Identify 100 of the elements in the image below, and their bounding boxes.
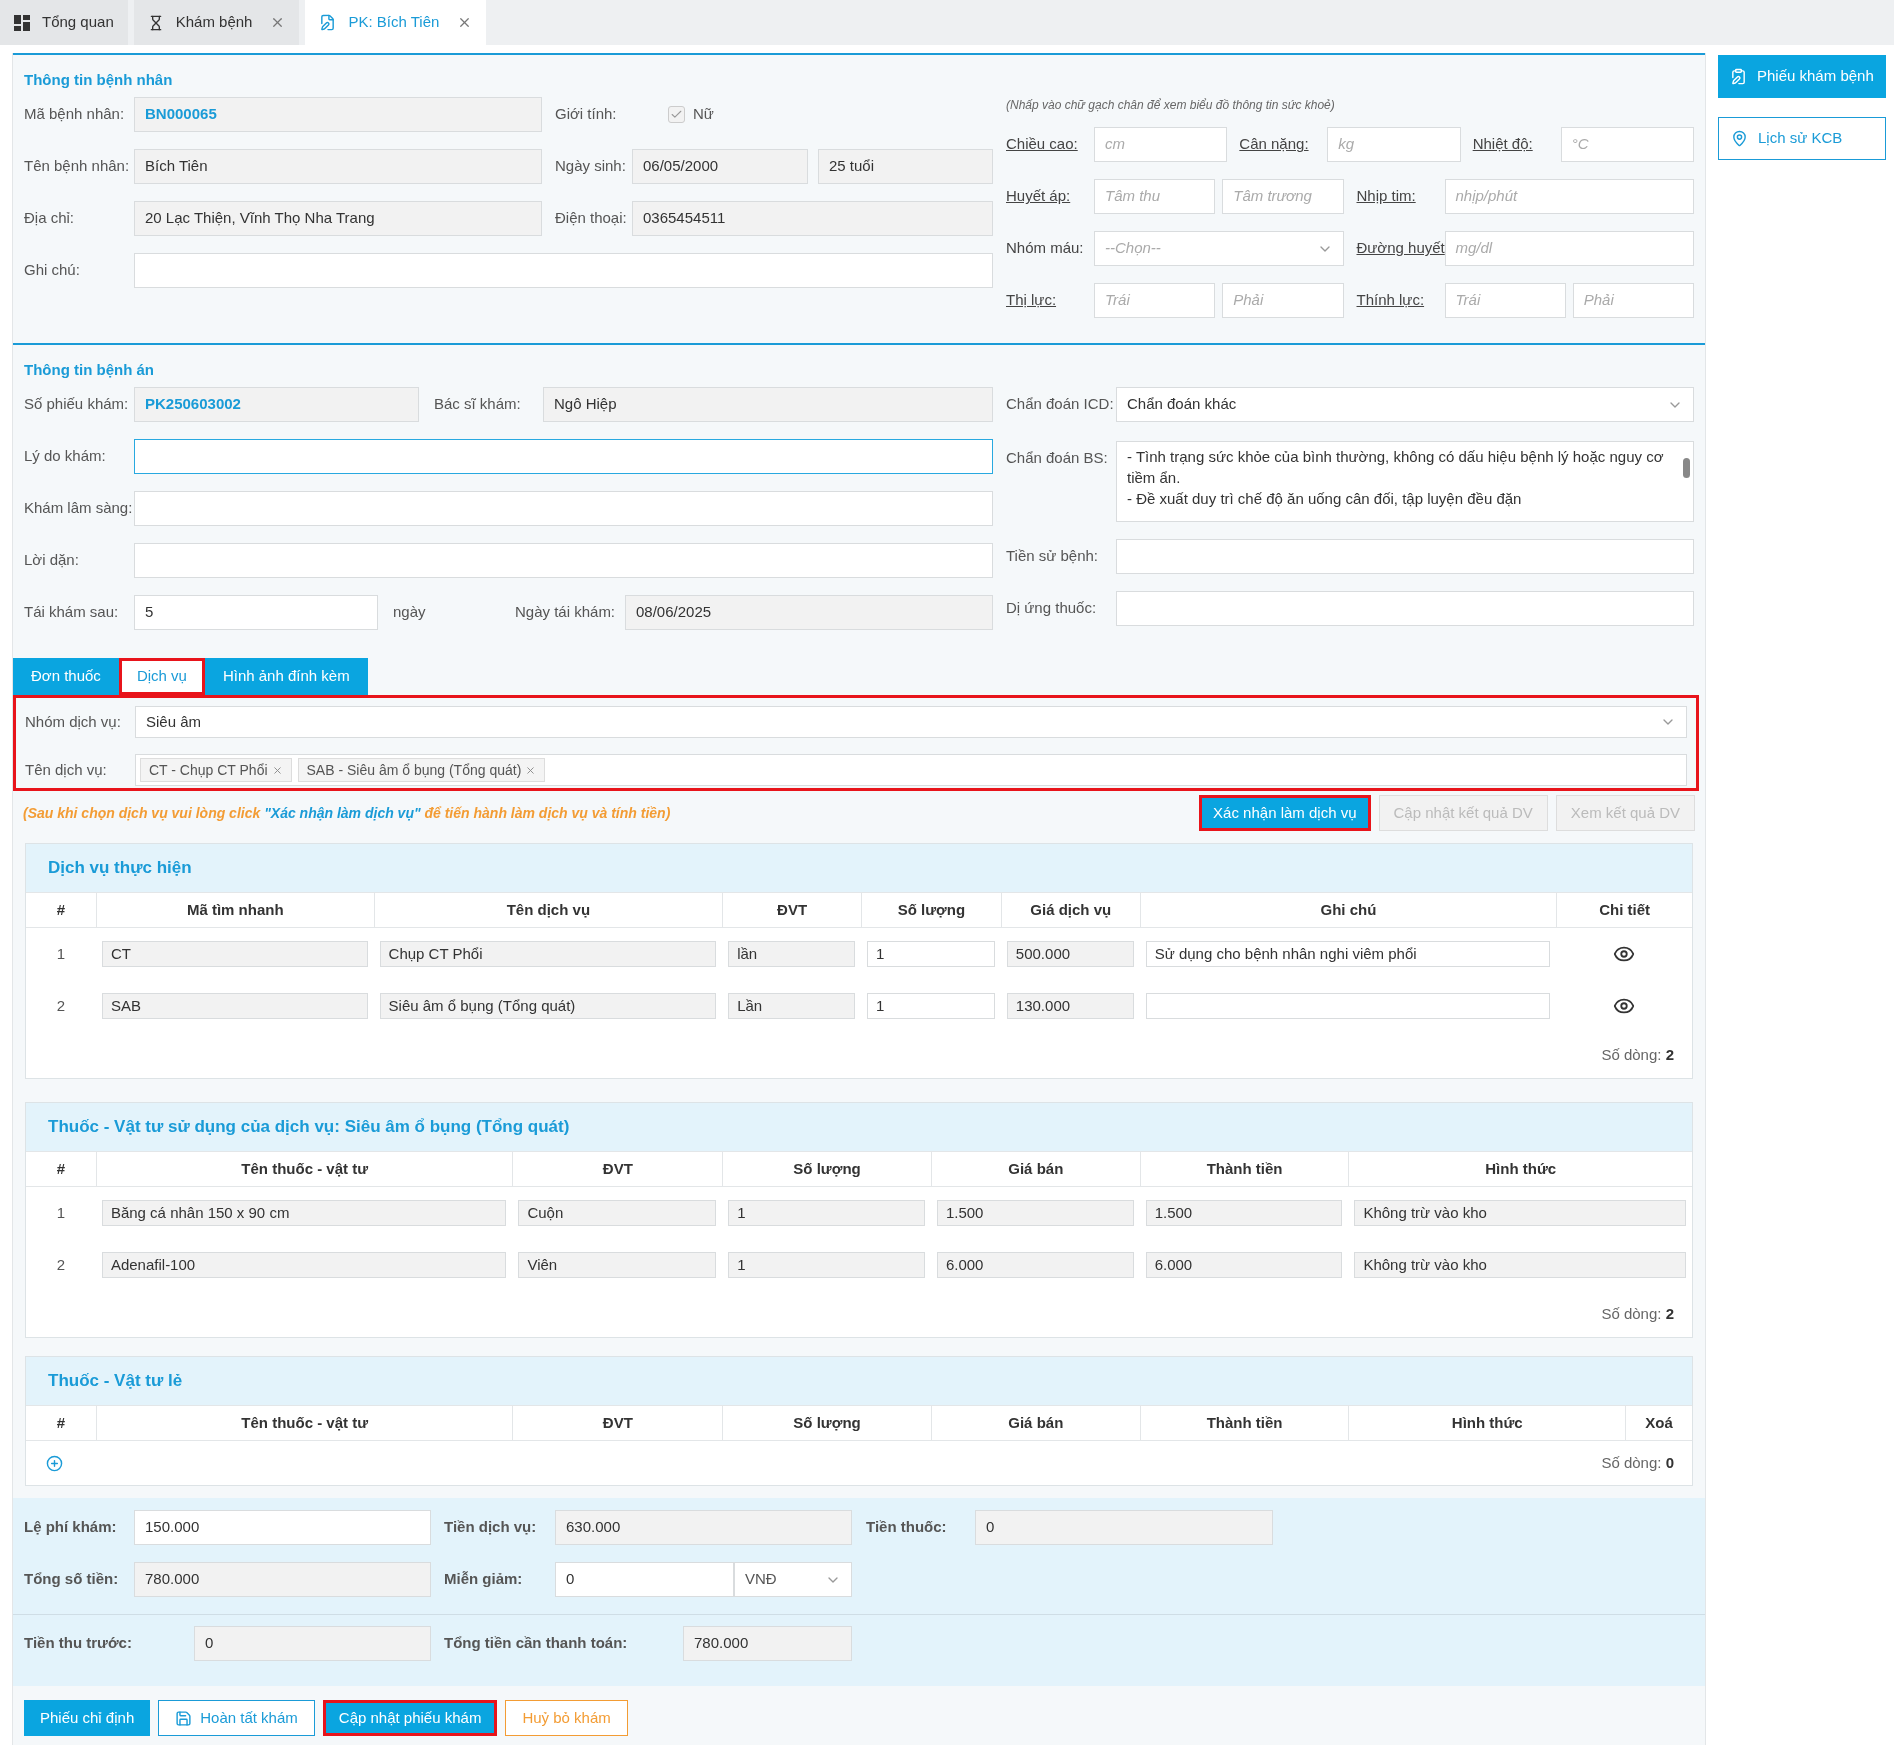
column-header: Số lượng: [722, 1152, 931, 1186]
column-header: Giá bán: [930, 1406, 1140, 1440]
table-cell: Siêu âm ổ bụng (Tổng quát): [379, 993, 717, 1019]
scrollbar-thumb[interactable]: [1682, 458, 1690, 478]
column-header: #: [55, 1158, 67, 1179]
input-field[interactable]: 1: [867, 993, 995, 1019]
action-button[interactable]: Phiếu chỉ định: [24, 1700, 151, 1736]
tag-input[interactable]: CT - Chụp CT Phổi SAB - Siêu âm ổ bụng (Tổng quát): [135, 754, 1687, 786]
dashboard-icon: [14, 14, 30, 31]
input-field: 0: [975, 1510, 1273, 1545]
table-cell: 1.500: [1145, 1200, 1343, 1226]
field-label: Nhóm dịch vụ:: [25, 711, 122, 732]
column-header: Tên thuốc - vật tư: [95, 1406, 513, 1440]
table-cell: 1.500: [936, 1200, 1134, 1226]
action-button[interactable]: Cập nhật phiếu khám: [322, 1700, 498, 1736]
tab[interactable]: Đơn thuốc: [13, 658, 119, 695]
field-label: Lệ phí khám:: [24, 1517, 118, 1538]
input-field[interactable]: 150.000: [134, 1510, 431, 1545]
hint-text: (Nhấp vào chữ gạch chân để xem biểu đồ thông tin sức khoẻ): [1006, 97, 1336, 112]
field-label[interactable]: Đường huyết: [1356, 237, 1445, 260]
input-field[interactable]: Trái: [1094, 283, 1216, 318]
tab[interactable]: PK: Bích Tiên: [305, 0, 487, 45]
field-label: Lời dặn:: [24, 550, 80, 571]
field-label: Ghi chú:: [24, 260, 81, 281]
input-field: 780.000: [683, 1626, 852, 1661]
input-field[interactable]: nhịp/phút: [1444, 179, 1694, 214]
table-cell: SAB: [101, 993, 368, 1019]
tag: SAB - Siêu âm ổ bụng (Tổng quát): [297, 758, 546, 782]
input-field[interactable]: 1: [867, 941, 995, 967]
tab[interactable]: Tổng quan: [0, 0, 128, 45]
input-field[interactable]: Trái: [1444, 283, 1566, 318]
checkbox[interactable]: [668, 106, 685, 123]
table-cell: lần: [728, 941, 855, 967]
column-header: Giá bán: [930, 1152, 1140, 1186]
field-label[interactable]: Thị lực:: [1006, 289, 1094, 312]
tab[interactable]: Khám bệnh: [133, 0, 300, 45]
text-line: - Tình trạng sức khỏe của bình thường, không có dấu hiệu bệnh lý hoặc nguy cơ tiềm ẩn.: [1127, 447, 1665, 488]
row-count: Số dòng: 2: [1601, 1303, 1674, 1324]
section-title: Thông tin bệnh nhân: [24, 70, 174, 90]
dropdown[interactable]: --Chọn--: [1094, 231, 1344, 266]
dropdown[interactable]: Siêu âm: [135, 706, 1687, 738]
row-count: Số dòng: 2: [1601, 1044, 1674, 1065]
table-cell: 6.000: [1145, 1252, 1343, 1278]
field-label[interactable]: Thính lực:: [1356, 289, 1445, 312]
field-label: Ngày sinh:: [555, 156, 627, 177]
action-button[interactable]: Huỷ bỏ khám: [505, 1700, 628, 1736]
input-field: Bích Tiên: [134, 149, 542, 184]
field-label: Địa chỉ:: [24, 208, 76, 229]
field-label: Tiền thu trước:: [24, 1633, 133, 1654]
input-field[interactable]: Sử dụng cho bệnh nhân nghi viêm phổi: [1145, 941, 1551, 967]
input-field[interactable]: cm: [1094, 127, 1228, 162]
remove-icon[interactable]: [271, 764, 283, 776]
input-field: 0: [194, 1626, 431, 1661]
document-pen-icon: [319, 14, 337, 31]
dropdown[interactable]: VNĐ: [734, 1562, 852, 1597]
add-icon: [46, 1454, 63, 1472]
field-label: Tái khám sau:: [24, 602, 120, 623]
side-button[interactable]: Phiếu khám bệnh: [1718, 55, 1886, 98]
field-label[interactable]: Nhiệt độ:: [1472, 133, 1561, 156]
tab-label: Khám bệnh: [175, 12, 253, 33]
dropdown[interactable]: Chẩn đoán khác: [1116, 387, 1694, 422]
table-cell: Adenafil-100: [101, 1252, 507, 1278]
input-field[interactable]: [134, 439, 993, 474]
field-label: Số phiếu khám:: [24, 394, 130, 415]
input-field[interactable]: Tâm thu: [1094, 179, 1216, 214]
input-field[interactable]: kg: [1327, 127, 1461, 162]
add-button[interactable]: [46, 1454, 63, 1472]
action-button[interactable]: Hoàn tất khám: [158, 1700, 315, 1736]
tab[interactable]: Hình ảnh đính kèm: [204, 658, 368, 695]
table-cell: CT: [101, 941, 368, 967]
field-label: Chẩn đoán BS:: [1006, 448, 1109, 468]
input-field[interactable]: mg/dl: [1444, 231, 1694, 266]
field-label[interactable]: Chiều cao:: [1006, 133, 1094, 156]
field-label: Mã bệnh nhân:: [24, 104, 126, 125]
input-field[interactable]: °C: [1560, 127, 1694, 162]
input-field[interactable]: Phải: [1222, 283, 1344, 318]
save-icon: [175, 1709, 193, 1727]
input-field[interactable]: 5: [134, 595, 378, 630]
input-field[interactable]: Tâm trương: [1222, 179, 1344, 214]
field-label[interactable]: Nhịp tim:: [1356, 185, 1445, 208]
field-label: Dị ứng thuốc:: [1006, 598, 1098, 619]
field-label: Tổng số tiền:: [24, 1569, 120, 1590]
tab[interactable]: Dịch vụ: [118, 658, 205, 695]
remove-icon[interactable]: [525, 764, 537, 776]
column-header: ĐVT: [722, 893, 861, 927]
column-header: Thành tiền: [1139, 1152, 1349, 1186]
input-field[interactable]: 0: [555, 1562, 734, 1597]
field-label: Tiền dịch vụ:: [444, 1517, 538, 1538]
field-label[interactable]: Cân nặng:: [1239, 133, 1328, 156]
action-button[interactable]: Xác nhận làm dịch vụ: [1199, 795, 1371, 831]
field-label[interactable]: Huyết áp:: [1006, 185, 1094, 208]
table-cell: Cuộn: [518, 1200, 717, 1226]
table-cell: Không trừ vào kho: [1354, 1200, 1686, 1226]
tag: CT - Chụp CT Phổi: [140, 758, 292, 782]
input-field: 25 tuổi: [818, 149, 993, 184]
row-number: 1: [56, 943, 66, 964]
input-field[interactable]: Phải: [1572, 283, 1694, 318]
check-icon: [670, 108, 683, 121]
text-area[interactable]: - Tình trạng sức khỏe của bình thường, không có dấu hiệu bệnh lý hoặc nguy cơ tiềm ẩn. - Đề xuất duy trì chế độ ăn uống cân đối, tập luyện đều đặn: [1116, 441, 1694, 522]
side-button[interactable]: Lịch sử KCB: [1718, 117, 1886, 160]
